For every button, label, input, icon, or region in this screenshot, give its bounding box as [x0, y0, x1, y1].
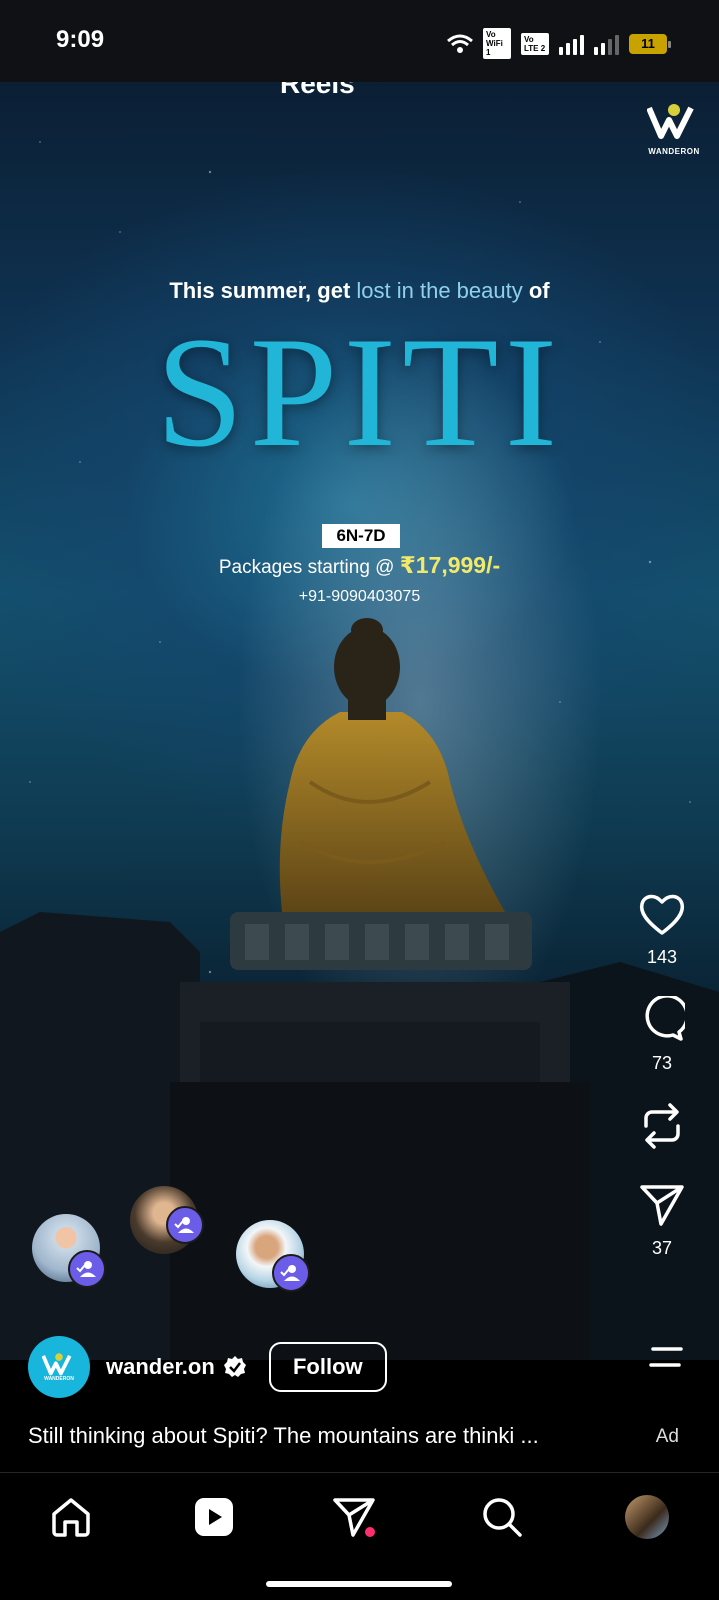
- post-caption[interactable]: Still thinking about Spiti? The mountain…: [28, 1423, 628, 1449]
- more-options-icon[interactable]: [649, 1346, 685, 1368]
- search-icon: [483, 1498, 522, 1537]
- author-avatar-text: WANDERON: [44, 1376, 74, 1382]
- reel-video[interactable]: Reels WANDERON This summer, get lost in …: [0, 82, 719, 1360]
- wanderon-logo-icon: [42, 1353, 72, 1376]
- like-button[interactable]: 143: [627, 892, 697, 968]
- headline: This summer, get lost in the beauty of: [169, 278, 550, 303]
- nav-search[interactable]: [478, 1493, 526, 1541]
- status-bar: 9:09 Vo WiFi 1 Vo LTE 2 11: [0, 0, 719, 82]
- remix-button[interactable]: [627, 1102, 697, 1155]
- wanderon-logo-icon: [646, 104, 694, 139]
- signal-sim1-icon: [559, 33, 584, 55]
- sim1-tag: Vo WiFi 1: [483, 28, 511, 59]
- ad-label: Ad: [655, 1426, 679, 1447]
- status-time: 9:09: [56, 26, 105, 53]
- follow-button[interactable]: Follow: [268, 1342, 387, 1392]
- reels-icon: [195, 1498, 233, 1536]
- bottom-nav: [0, 1472, 719, 1600]
- wanderon-logo: WANDERON: [645, 102, 703, 156]
- nav-messages[interactable]: [330, 1493, 378, 1541]
- nav-reels[interactable]: [190, 1493, 238, 1541]
- share-count: 37: [651, 1238, 673, 1258]
- home-indicator[interactable]: [266, 1581, 452, 1587]
- status-icons: Vo WiFi 1 Vo LTE 2 11: [447, 28, 671, 59]
- destination-title: SPITI: [155, 305, 564, 480]
- send-icon: [640, 1185, 684, 1226]
- author-avatar[interactable]: WANDERON: [28, 1336, 90, 1398]
- follower-badge-icon: [68, 1250, 106, 1288]
- profile-avatar: [625, 1495, 669, 1539]
- buddha-statue-image: [0, 618, 719, 1360]
- repost-icon: [644, 1103, 680, 1149]
- nav-profile[interactable]: [623, 1493, 671, 1541]
- wifi-icon: [447, 34, 473, 53]
- share-button[interactable]: 37: [627, 1183, 697, 1259]
- signal-sim2-icon: [594, 33, 619, 55]
- author-name[interactable]: wander.on: [106, 1354, 215, 1380]
- direct-message-icon: [333, 1498, 375, 1537]
- follower-badge-icon: [166, 1206, 204, 1244]
- nav-home[interactable]: [47, 1493, 95, 1541]
- package-price-line: Packages starting @ ₹17,999/-: [218, 552, 501, 578]
- post-info: WANDERON wander.on Follow Still thinking…: [0, 1336, 719, 1472]
- duration-badge: 6N-7D: [322, 524, 400, 548]
- follower-badge-icon: [272, 1254, 310, 1292]
- comment-count: 73: [651, 1053, 673, 1073]
- battery-indicator: 11: [629, 33, 671, 54]
- home-icon: [52, 1498, 90, 1537]
- action-rail: 143 73 37: [627, 892, 697, 1287]
- reels-tab-title: Reels: [280, 82, 355, 99]
- comment-button[interactable]: 73: [627, 994, 697, 1074]
- verified-badge-icon: [223, 1356, 246, 1377]
- author-row: WANDERON wander.on Follow: [28, 1336, 387, 1398]
- contact-phone: +91-9090403075: [298, 588, 421, 605]
- comment-icon: [645, 994, 689, 1041]
- like-count: 143: [646, 947, 678, 967]
- heart-icon: [639, 894, 685, 935]
- sim2-tag: Vo LTE 2: [521, 32, 549, 55]
